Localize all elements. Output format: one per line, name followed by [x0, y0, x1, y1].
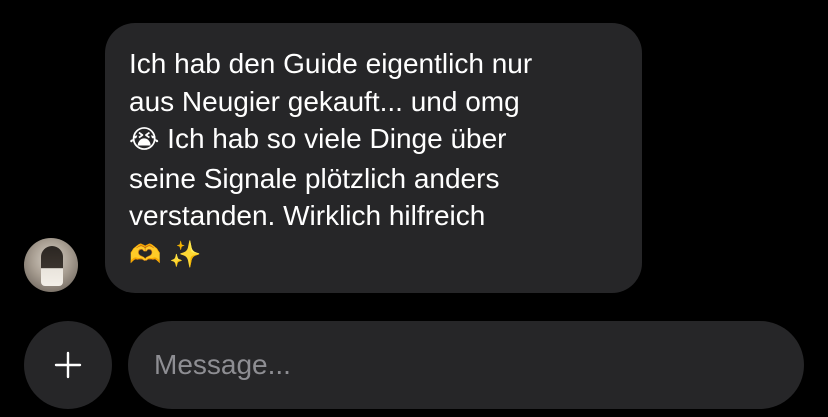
sparkles-emoji: ✨ [169, 239, 202, 270]
avatar[interactable] [24, 238, 78, 292]
add-attachment-button[interactable] [24, 321, 112, 409]
crying-face-emoji: 😭 [129, 125, 160, 155]
avatar-photo [41, 246, 63, 286]
message-line: 🫶 ✨ [129, 235, 618, 275]
message-line: aus Neugier gekauft... und omg [129, 85, 520, 117]
message-line-text: Ich hab so viele Dinge über [167, 123, 507, 154]
message-line: seine Signale plötzlich anders [129, 162, 500, 194]
message-input[interactable] [128, 321, 804, 409]
message-line: 😭 Ich hab so viele Dinge über [129, 120, 618, 160]
message-composer [24, 321, 804, 409]
plus-icon [54, 351, 82, 379]
message-bubble[interactable]: Ich hab den Guide eigentlich nur aus Neu… [105, 23, 642, 293]
message-line: verstanden. Wirklich hilfreich [129, 200, 486, 231]
chat-screen: Ich hab den Guide eigentlich nur aus Neu… [0, 0, 828, 417]
heart-hands-emoji: 🫶 [129, 239, 162, 270]
message-line: Ich hab den Guide eigentlich nur [129, 48, 533, 79]
